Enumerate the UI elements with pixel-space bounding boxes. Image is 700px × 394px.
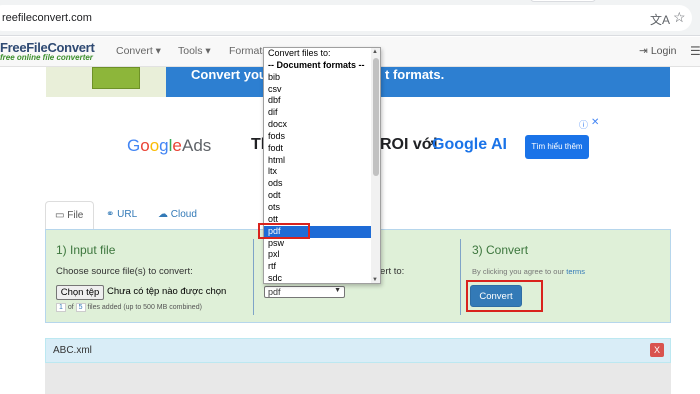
banner-text-left: Convert you — [191, 67, 267, 82]
pdf-annotation-box — [258, 223, 310, 239]
files-max: 5 — [75, 303, 86, 312]
format-option[interactable]: ots — [264, 202, 371, 214]
tab-cloud-label: Cloud — [170, 209, 197, 220]
convert-annotation-box — [466, 280, 543, 312]
format-dropdown-list[interactable]: Convert files to: -- Document formats -- b… — [263, 47, 381, 284]
output-format-select[interactable]: pdf ▼ — [264, 286, 345, 298]
format-option[interactable]: fodt — [264, 143, 371, 155]
file-row — [45, 338, 671, 363]
ad-logo-letter: g — [159, 136, 169, 155]
no-file-text: Chưa có tệp nào được chọn — [107, 286, 227, 297]
content-area — [45, 363, 671, 394]
step3-title: 3) Convert — [472, 243, 529, 257]
login-icon: ⇥ — [639, 45, 648, 57]
files-added-text: files added (up to 500 MB combined) — [87, 304, 202, 311]
format-option[interactable]: ltx — [264, 166, 371, 178]
ad-learn-more-button[interactable]: Tìm hiểu thêm — [525, 135, 589, 159]
banner-text-right: t formats. — [385, 67, 445, 82]
format-option[interactable]: odt — [264, 190, 371, 202]
site-tagline: free online file converter — [0, 53, 93, 62]
chevron-down-icon: ▼ — [334, 287, 341, 294]
ad-brand[interactable]: Google AI — [432, 136, 507, 154]
ad-logo-letter: e — [172, 136, 182, 155]
star-icon[interactable]: ☆ — [673, 9, 686, 26]
step-divider — [460, 239, 461, 315]
tab-url[interactable]: ⚭ URL — [106, 209, 137, 220]
format-option[interactable]: html — [264, 155, 371, 167]
terms-link[interactable]: terms — [566, 267, 585, 276]
files-of: of — [67, 304, 74, 311]
link-icon: ⚭ — [106, 209, 118, 220]
ad-ads-word: Ads — [182, 136, 212, 155]
step-divider — [253, 239, 254, 315]
remove-file-button[interactable]: X — [650, 343, 664, 357]
banner-box-illustration — [92, 67, 140, 89]
scroll-down-icon[interactable]: ▼ — [372, 277, 378, 283]
monitor-icon: ▭ — [55, 210, 68, 221]
login-label: Login — [650, 45, 677, 57]
format-select-value: pdf — [268, 287, 281, 297]
scroll-up-icon[interactable]: ▲ — [372, 49, 378, 55]
format-option[interactable]: pxl — [264, 249, 371, 261]
bars-icon[interactable]: ☰ — [690, 44, 700, 58]
terms-agreement: By clicking you agree to our terms — [472, 267, 585, 276]
files-count: 1 — [56, 303, 66, 312]
format-option[interactable]: docx — [264, 119, 371, 131]
format-option[interactable]: Convert files to: — [264, 48, 371, 60]
nav-formats[interactable]: Formats — [229, 45, 268, 57]
scrollbar-thumb[interactable] — [373, 58, 379, 176]
format-option[interactable]: ods — [264, 178, 371, 190]
translate-icon[interactable]: 文A — [650, 11, 670, 28]
step1-label: Choose source file(s) to convert: — [56, 266, 193, 277]
address-bar[interactable] — [0, 5, 692, 31]
browser-tab-edge — [530, 0, 596, 2]
choose-file-button[interactable]: Chọn tệp — [56, 285, 104, 300]
format-option[interactable]: sdc — [264, 273, 371, 283]
format-option[interactable]: psw — [264, 238, 371, 250]
login-link[interactable]: ⇥ Login — [639, 45, 677, 57]
format-option[interactable]: bib — [264, 72, 371, 84]
tab-url-label: URL — [117, 209, 138, 220]
agree-text: By clicking you agree to our — [472, 267, 565, 276]
files-added-counter: 1 of 5 files added (up to 500 MB combine… — [56, 303, 202, 312]
tab-cloud[interactable]: ☁ Cloud — [158, 209, 197, 220]
format-option[interactable]: dbf — [264, 95, 371, 107]
format-option[interactable]: fods — [264, 131, 371, 143]
nav-convert[interactable]: Convert ▾ — [116, 45, 161, 57]
format-option[interactable]: dif — [264, 107, 371, 119]
file-name: ABC.xml — [53, 345, 92, 356]
tab-file-label: File — [67, 210, 84, 221]
format-options: Convert files to: -- Document formats -- b… — [264, 48, 371, 283]
format-option[interactable]: rtf — [264, 261, 371, 273]
ad-info-icon[interactable]: ⓘ — [579, 118, 588, 131]
ad-google-logo[interactable]: Google — [127, 136, 182, 156]
ad-headline-right[interactable]: ROI với — [380, 136, 438, 154]
ad-close-icon[interactable]: ✕ — [591, 117, 599, 128]
ad-logo-letter: o — [149, 136, 160, 155]
format-option[interactable]: csv — [264, 84, 371, 96]
address-text[interactable]: reefileconvert.com — [2, 12, 92, 24]
format-option[interactable]: -- Document formats -- — [264, 60, 371, 72]
nav-tools[interactable]: Tools ▾ — [178, 45, 211, 57]
dropdown-scrollbar[interactable]: ▲ ▼ — [371, 48, 380, 283]
cloud-icon: ☁ — [158, 209, 171, 220]
tab-file[interactable]: ▭ File — [45, 201, 94, 230]
ad-logo-letter: G — [127, 136, 141, 155]
step1-title: 1) Input file — [56, 243, 116, 257]
ad-logo-letter: o — [140, 136, 150, 155]
